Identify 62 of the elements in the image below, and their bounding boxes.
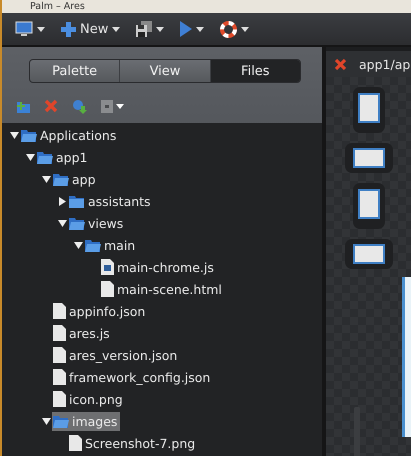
caret-icon <box>241 26 250 32</box>
expanded-arrow-icon[interactable] <box>74 240 82 250</box>
tree-item[interactable]: ares_version.json <box>52 345 180 365</box>
tree-item[interactable]: app <box>52 170 99 188</box>
expanded-arrow-icon[interactable] <box>26 152 34 162</box>
expanded-arrow-icon[interactable] <box>10 130 18 140</box>
open-folder-icon <box>21 128 37 142</box>
expanded-arrow-icon[interactable] <box>42 174 50 184</box>
tree-item[interactable]: main-scene.html <box>100 279 225 299</box>
tree-item[interactable]: main-chrome.js <box>100 257 217 277</box>
expanded-arrow-icon[interactable] <box>58 218 66 228</box>
file-icon <box>53 369 66 385</box>
tree-item[interactable]: appinfo.json <box>52 301 148 321</box>
editor-tab[interactable]: app1/ap <box>326 51 411 77</box>
plus-icon <box>61 22 76 36</box>
close-icon[interactable] <box>334 58 347 70</box>
open-folder-icon <box>69 216 85 230</box>
toolbar-button[interactable] <box>101 100 124 112</box>
open-folder-icon <box>37 150 53 164</box>
tree-item[interactable]: app1 <box>36 148 90 166</box>
tree-item[interactable]: ares.js <box>52 323 113 343</box>
open-folder-icon <box>85 238 101 252</box>
tree-item[interactable]: icon.png <box>52 389 126 409</box>
file-icon <box>53 303 66 319</box>
caret-icon <box>112 26 120 32</box>
caret-icon <box>196 26 204 32</box>
add-folder-icon <box>14 99 30 113</box>
play-icon <box>180 21 192 37</box>
open-folder-icon <box>53 414 69 428</box>
tree-item[interactable]: Screenshot-7.png <box>68 433 198 453</box>
tree-item[interactable]: images <box>52 412 120 430</box>
delete-icon <box>44 99 58 113</box>
portrait-device-button[interactable] <box>352 87 384 133</box>
caret-icon <box>116 104 124 108</box>
caret-icon <box>37 26 45 32</box>
file-icon <box>53 391 66 407</box>
file-icon <box>53 347 66 363</box>
lifebuoy-icon <box>220 20 238 38</box>
expanded-arrow-icon[interactable] <box>42 416 50 426</box>
file-icon <box>53 325 66 341</box>
caret-icon <box>156 26 164 32</box>
portrait-device-button[interactable] <box>352 183 384 229</box>
tree-item[interactable]: views <box>68 214 126 232</box>
monitor-icon <box>15 21 33 37</box>
tree-item[interactable]: framework_config.json <box>52 367 214 387</box>
open-folder-icon <box>53 172 69 186</box>
archive-icon <box>101 100 113 112</box>
new-button[interactable]: New <box>58 20 124 38</box>
floppy-disks-icon <box>136 21 152 37</box>
tab[interactable]: Palette <box>30 60 120 82</box>
folder-icon <box>69 194 85 208</box>
file-icon <box>69 435 82 451</box>
landscape-device-button[interactable] <box>344 239 392 269</box>
tab[interactable]: Files <box>210 60 300 82</box>
collapsed-arrow-icon[interactable] <box>58 196 66 206</box>
tree-item[interactable]: Applications <box>20 126 120 144</box>
script-file-icon <box>101 259 114 275</box>
file-icon <box>101 281 114 297</box>
tree-item[interactable]: assistants <box>68 192 154 210</box>
window-title: Palm – Ares <box>30 1 85 12</box>
landscape-device-button[interactable] <box>344 143 392 173</box>
tree-item[interactable]: main <box>84 236 138 254</box>
